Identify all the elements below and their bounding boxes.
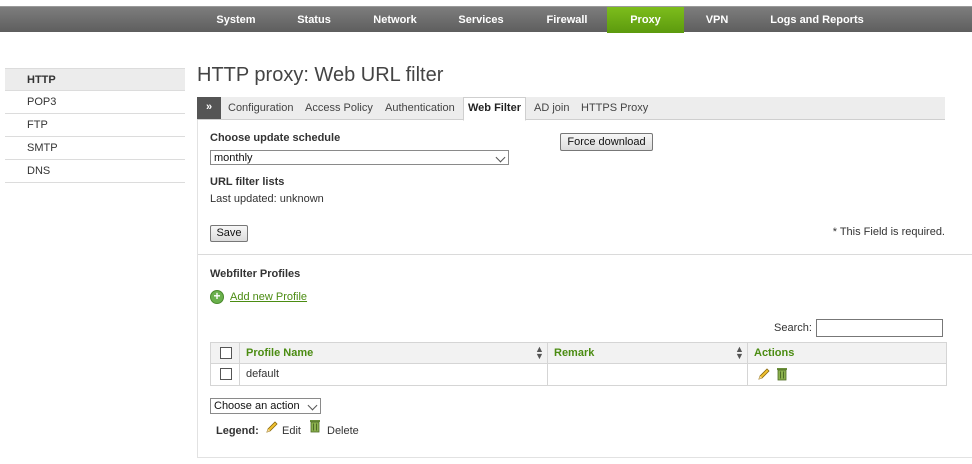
column-profile-name[interactable]: Profile Name ▲ ▼ bbox=[240, 343, 548, 363]
sidebar-item-smtp[interactable]: SMTP bbox=[5, 137, 185, 160]
search-label: Search: bbox=[774, 322, 812, 334]
sort-icon[interactable]: ▲ ▼ bbox=[735, 345, 744, 361]
nav-logs-and-reports[interactable]: Logs and Reports bbox=[764, 7, 870, 33]
bulk-action-select[interactable]: Choose an action bbox=[210, 398, 321, 414]
column-actions-label: Actions bbox=[754, 347, 795, 359]
column-profile-name-label: Profile Name bbox=[246, 347, 314, 359]
add-new-profile-link[interactable]: Add new Profile bbox=[230, 291, 307, 303]
nav-network[interactable]: Network bbox=[363, 7, 427, 33]
webfilter-profiles-heading: Webfilter Profiles bbox=[210, 268, 301, 280]
table-header: Profile Name ▲ ▼ Remark ▲ ▼ Actions bbox=[210, 342, 947, 364]
row-checkbox[interactable] bbox=[220, 368, 232, 380]
tab-web-filter[interactable]: Web Filter bbox=[463, 97, 526, 121]
profiles-table: Profile Name ▲ ▼ Remark ▲ ▼ Actions defaul… bbox=[210, 342, 947, 386]
search-input[interactable] bbox=[816, 319, 943, 337]
column-actions: Actions bbox=[748, 343, 946, 363]
tabs-expand-icon[interactable]: » bbox=[197, 97, 221, 119]
last-updated-text: Last updated: unknown bbox=[210, 193, 324, 205]
nav-vpn[interactable]: VPN bbox=[697, 7, 737, 33]
column-remark-label: Remark bbox=[554, 347, 595, 359]
chevron-down-icon bbox=[307, 400, 318, 411]
sidebar-item-dns[interactable]: DNS bbox=[5, 160, 185, 183]
url-filter-lists-label: URL filter lists bbox=[210, 176, 285, 188]
delete-trash-icon bbox=[310, 420, 320, 433]
top-navigation: System Status Network Services Firewall … bbox=[0, 6, 972, 33]
sidebar-item-ftp[interactable]: FTP bbox=[5, 114, 185, 137]
bulk-action-value: Choose an action bbox=[214, 400, 300, 412]
legend-edit-text: Edit bbox=[282, 425, 301, 437]
section-divider bbox=[198, 254, 972, 255]
nav-firewall[interactable]: Firewall bbox=[536, 7, 598, 33]
edit-pencil-icon[interactable] bbox=[756, 366, 772, 382]
nav-services[interactable]: Services bbox=[448, 7, 514, 33]
table-row: default bbox=[210, 364, 947, 386]
required-field-note: * This Field is required. bbox=[832, 226, 945, 238]
sort-icon[interactable]: ▲ ▼ bbox=[535, 345, 544, 361]
legend-label: Legend: bbox=[216, 425, 259, 437]
sidebar-item-http[interactable]: HTTP bbox=[5, 68, 185, 91]
delete-trash-icon[interactable] bbox=[775, 366, 789, 382]
column-remark[interactable]: Remark ▲ ▼ bbox=[548, 343, 748, 363]
edit-pencil-icon bbox=[266, 421, 278, 433]
update-schedule-value: monthly bbox=[214, 152, 253, 164]
chevron-down-icon bbox=[495, 152, 506, 163]
sidebar-item-pop3[interactable]: POP3 bbox=[5, 91, 185, 114]
tab-https-proxy[interactable]: HTTPS Proxy bbox=[581, 97, 648, 120]
tab-ad-join[interactable]: AD join bbox=[534, 97, 569, 120]
sidebar: HTTP POP3 FTP SMTP DNS bbox=[5, 68, 185, 183]
nav-proxy[interactable]: Proxy bbox=[607, 7, 684, 33]
legend-delete-text: Delete bbox=[327, 425, 359, 437]
tab-access-policy[interactable]: Access Policy bbox=[305, 97, 373, 120]
tab-configuration[interactable]: Configuration bbox=[228, 97, 293, 120]
web-filter-panel: Choose update schedule monthly Force dow… bbox=[197, 120, 972, 458]
update-schedule-label: Choose update schedule bbox=[210, 132, 341, 144]
tab-authentication[interactable]: Authentication bbox=[385, 97, 455, 120]
tab-bar: » Configuration Access Policy Authentica… bbox=[197, 97, 945, 121]
force-download-button[interactable]: Force download bbox=[560, 133, 653, 151]
page-title: HTTP proxy: Web URL filter bbox=[197, 64, 444, 86]
nav-status[interactable]: Status bbox=[284, 7, 344, 33]
add-icon[interactable]: + bbox=[210, 290, 224, 304]
profile-name-cell: default bbox=[246, 368, 280, 380]
nav-system[interactable]: System bbox=[205, 7, 267, 33]
update-schedule-select[interactable]: monthly bbox=[210, 150, 509, 165]
save-button[interactable]: Save bbox=[210, 225, 248, 242]
select-all-checkbox[interactable] bbox=[220, 347, 232, 359]
